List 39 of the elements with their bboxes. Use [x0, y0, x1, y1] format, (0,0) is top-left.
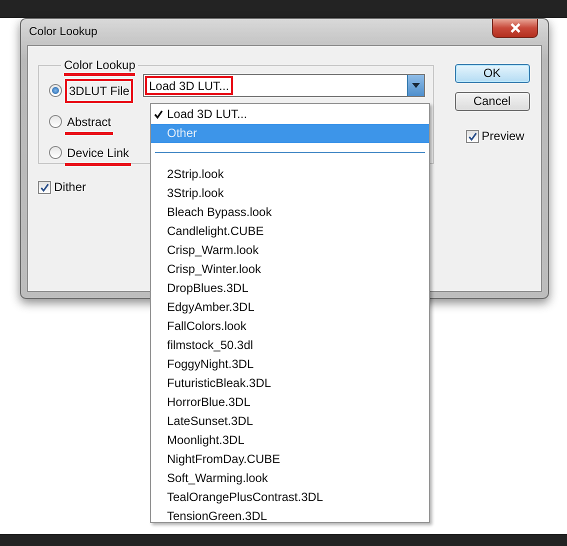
dialog-button[interactable]: OK: [454, 64, 530, 83]
menu-item[interactable]: EdgyAmber.3DL: [151, 298, 429, 317]
radio-label[interactable]: 3DLUT File: [65, 78, 134, 103]
window-title: Color Lookup: [28, 25, 98, 40]
menu-item[interactable]: Crisp_Warm.look: [151, 241, 429, 260]
caret-icon: [412, 83, 420, 88]
close-icon: [510, 23, 520, 33]
checkbox-label: Preview: [482, 128, 524, 145]
checkbox[interactable]: [38, 180, 51, 194]
dropdown-arrow-button[interactable]: [407, 75, 424, 96]
radio-button[interactable]: [49, 146, 62, 160]
checkbox[interactable]: [466, 130, 479, 142]
radio-label[interactable]: Device Link: [65, 142, 132, 163]
menu-item[interactable]: Candlelight.CUBE: [151, 222, 429, 241]
menu-item[interactable]: FoggyNight.3DL: [151, 355, 429, 374]
close-button[interactable]: [492, 19, 538, 38]
menu-item[interactable]: Soft_Warming.look: [151, 469, 429, 488]
group-title: Color Lookup: [64, 58, 136, 73]
radio-button[interactable]: [49, 115, 62, 128]
menu-item[interactable]: 2Strip.look: [151, 165, 429, 184]
menu-item[interactable]: FuturisticBleak.3DL: [151, 374, 429, 393]
menu-item[interactable]: FallColors.look: [151, 317, 429, 336]
menu-item[interactable]: HorrorBlue.3DL: [151, 393, 429, 412]
menu-item[interactable]: Moonlight.3DL: [151, 431, 429, 450]
dialog-button[interactable]: Cancel: [454, 92, 530, 111]
menu-item[interactable]: TealOrangePlusContrast.3DL: [151, 488, 429, 507]
checkbox-label: Dither: [54, 179, 86, 196]
menu-item[interactable]: LateSunset.3DL: [151, 412, 429, 431]
lut-select[interactable]: Load 3D LUT...: [143, 74, 425, 98]
radio-label[interactable]: Abstract: [65, 112, 114, 132]
menu-item[interactable]: Bleach Bypass.look: [151, 203, 429, 222]
menu-item[interactable]: DropBlues.3DL: [151, 279, 429, 298]
menu-item[interactable]: TensionGreen.3DL: [151, 507, 429, 526]
menu-item[interactable]: Crisp_Winter.look: [151, 260, 429, 279]
menu-item[interactable]: filmstock_50.3dl: [151, 336, 429, 355]
menu-item[interactable]: 3Strip.look: [151, 184, 429, 203]
menu-item[interactable]: Load 3D LUT...: [151, 105, 429, 124]
menu-item[interactable]: NightFromDay.CUBE: [151, 450, 429, 469]
radio-button[interactable]: [49, 84, 62, 98]
